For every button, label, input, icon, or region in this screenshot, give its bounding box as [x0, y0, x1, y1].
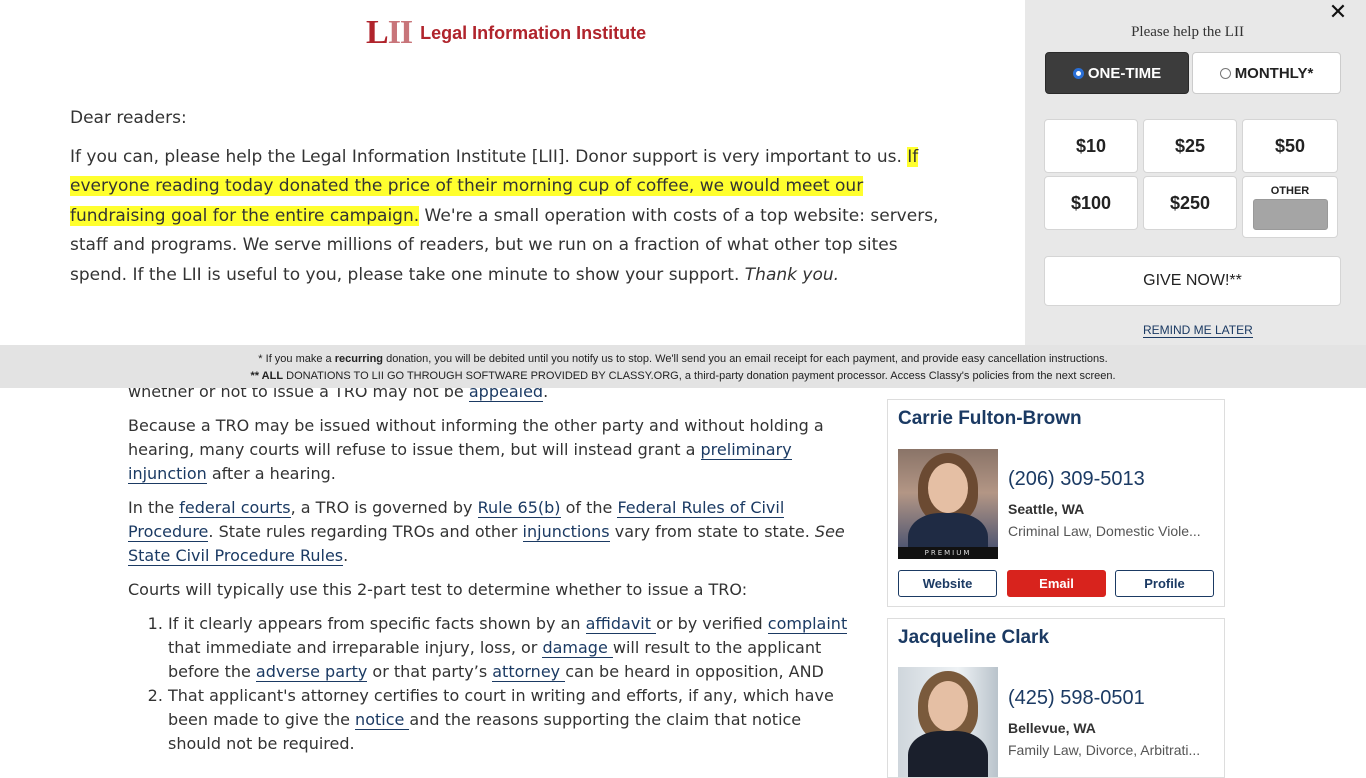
amount-50-button[interactable]: $50	[1242, 119, 1338, 173]
other-amount-box: OTHER	[1242, 176, 1338, 238]
close-icon[interactable]: ✕	[1327, 2, 1349, 24]
email-button[interactable]: Email	[1007, 570, 1106, 597]
give-now-button[interactable]: GIVE NOW!**	[1044, 256, 1341, 306]
link-rule-65b[interactable]: Rule 65(b)	[477, 498, 561, 518]
profile-button[interactable]: Profile	[1115, 570, 1214, 597]
lii-logo-text: Legal Information Institute	[420, 22, 647, 43]
lawyer-practice-areas: Family Law, Divorce, Arbitrati...	[1008, 742, 1201, 758]
amount-100-button[interactable]: $100	[1044, 176, 1138, 230]
lii-logo[interactable]: LII Legal Information Institute	[366, 14, 647, 51]
donation-letter: Dear readers: If you can, please help th…	[70, 104, 960, 290]
one-time-option[interactable]: ONE-TIME	[1045, 52, 1189, 94]
article-paragraph: Courts will typically use this 2-part te…	[128, 580, 748, 599]
lawyer-photo[interactable]: PREMIUM	[898, 449, 998, 559]
lawyer-phone[interactable]: (425) 598-0501	[1008, 687, 1145, 710]
lawyer-name[interactable]: Jacqueline Clark	[898, 627, 1214, 649]
photo-face	[928, 681, 968, 731]
lawyer-city: Seattle, WA	[1008, 501, 1085, 517]
footnote-line-2: ** ALL DONATIONS TO LII GO THROUGH SOFTW…	[250, 370, 1116, 382]
donation-title: Please help the LII	[1131, 24, 1244, 40]
other-amount-input[interactable]	[1253, 199, 1328, 230]
lii-logo-mark: LII	[366, 14, 413, 51]
lawyer-photo[interactable]	[898, 667, 998, 777]
other-amount-label: OTHER	[1270, 185, 1310, 197]
article-paragraph: In the federal courts, a TRO is governed…	[128, 498, 845, 566]
list-item: If it clearly appears from specific fact…	[168, 612, 858, 684]
lawyer-name[interactable]: Carrie Fulton-Brown	[898, 408, 1214, 430]
link-damage[interactable]: damage	[542, 638, 613, 658]
article-body: whether or not to issue a TRO may not be…	[128, 380, 858, 756]
tro-test-list: If it clearly appears from specific fact…	[168, 612, 858, 756]
amount-250-button[interactable]: $250	[1143, 176, 1237, 230]
radio-selected-icon	[1072, 67, 1084, 79]
website-button[interactable]: Website	[898, 570, 997, 597]
lawyer-city: Bellevue, WA	[1008, 720, 1096, 736]
link-state-civil-procedure-rules[interactable]: State Civil Procedure Rules	[128, 546, 344, 566]
link-complaint[interactable]: complaint	[767, 614, 848, 634]
photo-body	[908, 731, 988, 777]
article-paragraph: Because a TRO may be issued without info…	[128, 416, 824, 484]
lawyer-card: Carrie Fulton-Brown PREMIUM (206) 309-50…	[887, 399, 1225, 607]
amount-10-button[interactable]: $10	[1044, 119, 1138, 173]
lawyer-phone[interactable]: (206) 309-5013	[1008, 468, 1145, 491]
photo-face	[928, 463, 968, 513]
amount-25-button[interactable]: $25	[1143, 119, 1237, 173]
list-item: That applicant's attorney certifies to c…	[168, 684, 858, 756]
link-adverse-party[interactable]: adverse party	[255, 662, 368, 682]
link-attorney[interactable]: attorney	[492, 662, 566, 682]
link-notice[interactable]: notice	[355, 710, 410, 730]
remind-me-later-link[interactable]: REMIND ME LATER	[1143, 323, 1253, 338]
premium-badge: PREMIUM	[898, 547, 998, 559]
letter-greeting: Dear readers:	[70, 108, 187, 128]
link-affidavit[interactable]: affidavit	[585, 614, 657, 634]
letter-body: If you can, please help the Legal Inform…	[70, 146, 939, 285]
radio-unselected-icon	[1219, 67, 1231, 79]
donation-footnote: * If you make a recurring donation, you …	[0, 345, 1366, 388]
footnote-line-1: * If you make a recurring donation, you …	[258, 353, 1108, 365]
lawyer-card: Jacqueline Clark (425) 598-0501 Bellevue…	[887, 618, 1225, 778]
monthly-option[interactable]: MONTHLY*	[1192, 52, 1341, 94]
donation-banner: LII Legal Information Institute Dear rea…	[0, 0, 1025, 345]
link-federal-courts[interactable]: federal courts	[179, 498, 291, 518]
link-injunctions[interactable]: injunctions	[522, 522, 610, 542]
lawyer-practice-areas: Criminal Law, Domestic Viole...	[1008, 523, 1201, 539]
